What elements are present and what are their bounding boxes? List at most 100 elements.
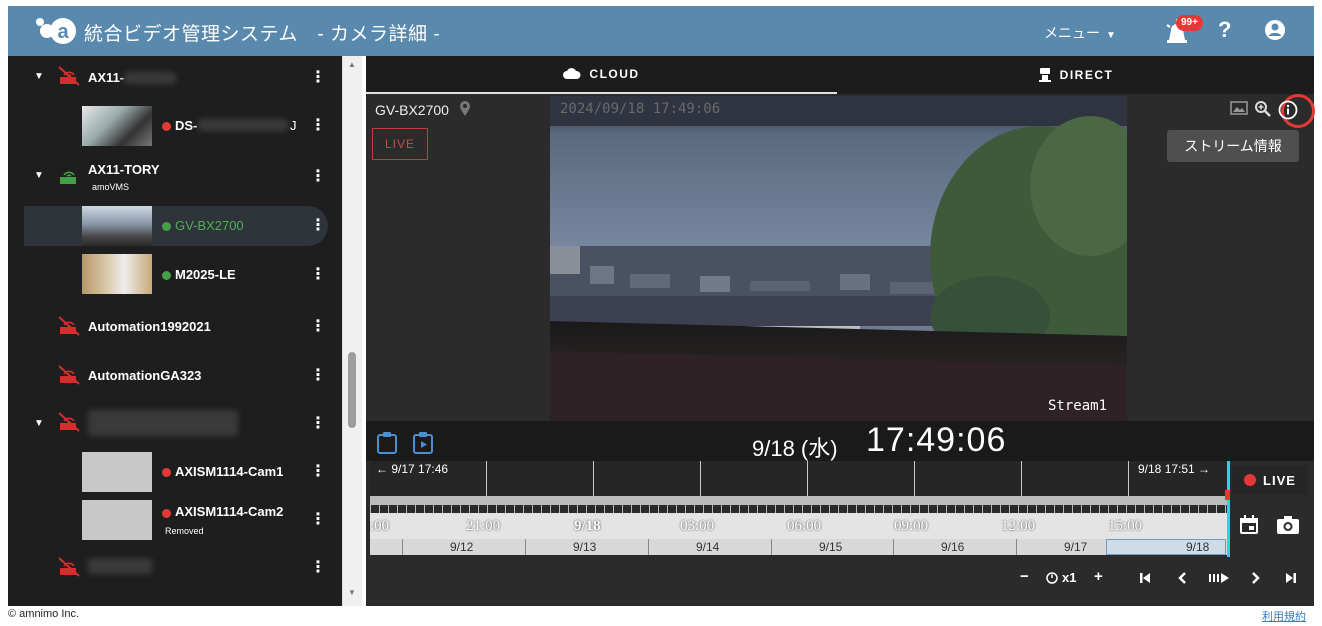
calendar-icon[interactable] — [1238, 514, 1260, 536]
live-badge: LIVE — [372, 128, 428, 160]
kebab-menu-icon[interactable]: ⋮ — [310, 368, 326, 384]
speed-decrease-button[interactable]: − — [1020, 568, 1029, 585]
video-player[interactable] — [550, 96, 1127, 421]
timeline-day-divider — [402, 539, 403, 555]
tree-node-label: DS- — [175, 118, 198, 133]
clip-play-icon[interactable] — [412, 431, 434, 455]
timeline-playhead[interactable] — [1227, 461, 1230, 557]
sidebar-scrollbar[interactable] — [342, 56, 362, 606]
tree-node-label: AXISM1114-Cam1 — [175, 464, 284, 479]
snapshot-camera-icon[interactable] — [1276, 514, 1300, 536]
kebab-menu-icon[interactable]: ⋮ — [310, 267, 326, 283]
image-icon[interactable] — [1230, 100, 1248, 116]
camera-icon — [1038, 68, 1051, 82]
account-icon[interactable] — [1264, 19, 1286, 41]
stream-label: Stream1 — [1048, 398, 1108, 414]
tree-node-camera[interactable]: AXISM1114-Cam1 ⋮ — [8, 451, 342, 493]
tree-node-router[interactable]: ▼ AX11- ⋮ — [8, 62, 342, 92]
timeline-gridline — [700, 461, 701, 497]
step-back-icon[interactable] — [1176, 571, 1188, 585]
status-online-dot — [162, 271, 171, 280]
redacted-text — [124, 72, 176, 84]
app-root: a 統合ビデオ管理システム - カメラ詳細 - メニュー ▼ 99+ ? ▼ AX… — [0, 0, 1322, 626]
timeline-day-label: 9/12 — [450, 540, 474, 554]
timeline-day-divider — [525, 539, 526, 555]
camera-thumbnail-placeholder — [82, 500, 152, 540]
caret-expanded-icon[interactable]: ▼ — [34, 170, 44, 181]
playback-header — [366, 421, 1314, 461]
kebab-menu-icon[interactable]: ⋮ — [310, 416, 326, 432]
camera-thumbnail — [82, 206, 152, 246]
terms-link[interactable]: 利用規約 — [1262, 608, 1306, 624]
tab-direct[interactable]: DIRECT — [837, 56, 1314, 94]
kebab-menu-icon[interactable]: ⋮ — [310, 319, 326, 335]
tree-node-camera-selected[interactable]: GV-BX2700 ⋮ — [24, 206, 328, 246]
live-video-frame — [550, 96, 1127, 421]
caret-expanded-icon[interactable]: ▼ — [34, 71, 44, 82]
kebab-menu-icon[interactable]: ⋮ — [310, 70, 326, 86]
tree-node-router[interactable]: Automation1992021 ⋮ — [8, 312, 342, 342]
tab-cloud[interactable]: CLOUD — [366, 56, 837, 94]
scroll-up-icon[interactable]: ▲ — [346, 60, 358, 70]
step-forward-icon[interactable] — [1250, 571, 1262, 585]
kebab-menu-icon[interactable]: ⋮ — [310, 464, 326, 480]
go-live-button[interactable]: LIVE — [1232, 465, 1308, 495]
speed-increase-button[interactable]: + — [1094, 568, 1103, 585]
kebab-menu-icon[interactable]: ⋮ — [310, 512, 326, 528]
tree-node-camera[interactable]: DS- J ⋮ — [8, 104, 342, 148]
sidebar-scrollbar-thumb[interactable] — [348, 352, 356, 428]
tree-node-router[interactable]: ▼ AX11-TORY amoVMS ⋮ — [8, 156, 342, 196]
timeline-range-end[interactable]: 9/18 17:51 → — [1138, 462, 1210, 476]
video-toolbar — [1230, 100, 1298, 120]
skip-to-start-icon[interactable] — [1138, 571, 1152, 585]
status-online-dot — [162, 222, 171, 231]
router-online-icon — [60, 171, 76, 184]
tree-node-label: AXISM1114-Cam2 — [175, 504, 284, 519]
play-icon[interactable] — [1208, 571, 1230, 585]
tree-node-label: Automation1992021 — [88, 319, 211, 334]
timeline-gridline — [486, 461, 487, 497]
tree-node-router[interactable]: ⋮ — [8, 553, 342, 583]
kebab-menu-icon[interactable]: ⋮ — [310, 169, 326, 185]
timeline-ticks — [370, 505, 1230, 513]
timeline-hour-label: 15:00 — [1108, 518, 1143, 534]
menu-dropdown[interactable]: メニュー ▼ — [1044, 23, 1116, 43]
status-offline-dot — [162, 122, 171, 131]
camera-thumbnail — [82, 106, 152, 146]
tree-node-camera[interactable]: AXISM1114-Cam2 Removed ⋮ — [8, 499, 342, 541]
timeline-range-start[interactable]: ← 9/17 17:46 — [376, 462, 448, 476]
caret-expanded-icon[interactable]: ▼ — [34, 418, 44, 429]
info-icon[interactable] — [1278, 100, 1298, 120]
help-button[interactable]: ? — [1218, 17, 1231, 43]
video-timestamp: 2024/09/18 17:49:06 — [560, 101, 721, 117]
kebab-menu-icon[interactable]: ⋮ — [310, 118, 326, 134]
cloud-icon — [563, 68, 581, 79]
kebab-menu-icon[interactable]: ⋮ — [310, 218, 326, 234]
timeline-gridline — [1128, 461, 1129, 497]
page-title: 統合ビデオ管理システム - カメラ詳細 - — [84, 24, 441, 45]
playback-date: 9/18 (水) — [752, 436, 838, 461]
zoom-icon[interactable] — [1254, 100, 1272, 118]
timeline-day-label: 9/13 — [573, 540, 597, 554]
tree-node-label: M2025-LE — [175, 267, 236, 282]
redacted-text — [88, 558, 152, 574]
skip-to-end-icon[interactable] — [1284, 571, 1298, 585]
tree-node-router[interactable]: AutomationGA323 ⋮ — [8, 361, 342, 391]
clip-icon[interactable] — [376, 431, 398, 455]
timeline-hour-label: 12:00 — [1001, 518, 1036, 534]
location-pin-icon[interactable] — [459, 101, 471, 117]
timeline-recording-bar[interactable] — [370, 496, 1230, 505]
speed-dial-icon — [1046, 572, 1058, 584]
tree-node-label: AutomationGA323 — [88, 368, 202, 383]
kebab-menu-icon[interactable]: ⋮ — [310, 560, 326, 576]
playback-speed: x1 — [1062, 570, 1077, 585]
tree-node-label: AX11- — [88, 70, 125, 85]
tab-label: CLOUD — [589, 67, 640, 81]
stream-info-button[interactable]: ストリーム情報 — [1167, 130, 1299, 162]
scroll-down-icon[interactable]: ▼ — [346, 588, 358, 598]
timeline-gridline — [807, 461, 808, 497]
timeline-days-band — [370, 539, 1230, 555]
tree-node-camera[interactable]: M2025-LE ⋮ — [8, 254, 342, 298]
timeline-gridline — [1021, 461, 1022, 497]
tree-node-router[interactable]: ▼ ⋮ — [8, 406, 342, 440]
